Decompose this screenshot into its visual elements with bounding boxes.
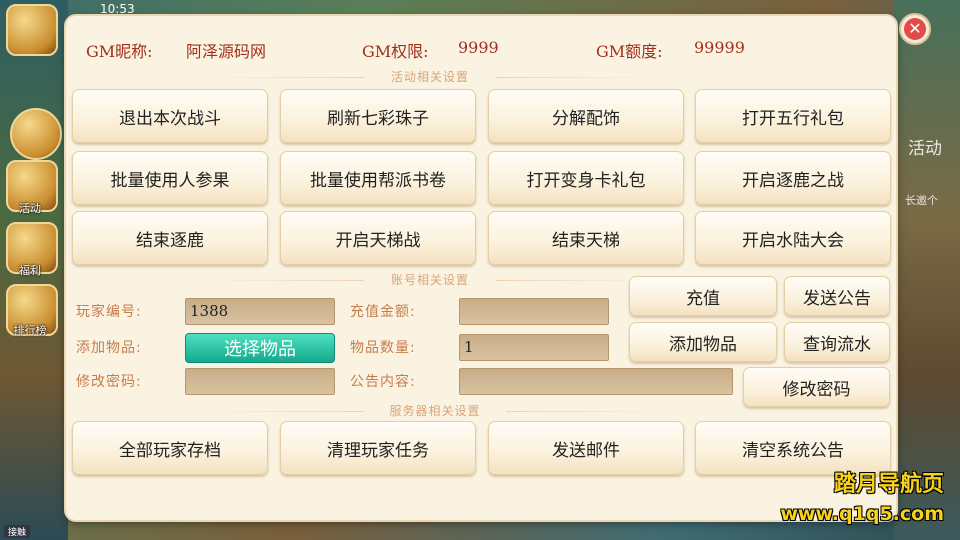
send-mail-button[interactable]: 发送邮件 [488, 421, 684, 475]
sidebar-item-label: 排行榜 [13, 324, 47, 337]
send-notice-button[interactable]: 发送公告 [784, 276, 890, 316]
player-id-label: 玩家编号: [76, 304, 142, 320]
status-time: 10:53 [100, 2, 135, 16]
item-count-field[interactable]: 1 [459, 334, 609, 361]
item-count-label: 物品数量: [350, 340, 416, 356]
end-zhulu-button[interactable]: 结束逐鹿 [72, 211, 268, 265]
recharge-amount-field[interactable] [459, 298, 609, 325]
gm-permission-label: GM权限: [362, 42, 429, 61]
bottom-tag: 接触 [4, 525, 31, 538]
start-shuilu-assembly-button[interactable]: 开启水陆大会 [695, 211, 891, 265]
refresh-pearls-button[interactable]: 刷新七彩珠子 [280, 89, 476, 143]
start-zhulu-battle-button[interactable]: 开启逐鹿之战 [695, 151, 891, 205]
player-id-field[interactable]: 1388 [185, 298, 335, 325]
clear-player-tasks-button[interactable]: 清理玩家任务 [280, 421, 476, 475]
open-five-elements-pack-button[interactable]: 打开五行礼包 [695, 89, 891, 143]
section-title-activity: 活动相关设置 [204, 69, 656, 85]
change-password-field[interactable] [185, 368, 335, 395]
end-ladder-button[interactable]: 结束天梯 [488, 211, 684, 265]
sidebar-item-label: 活动 [19, 202, 41, 215]
map-icon[interactable] [6, 4, 58, 56]
save-all-players-button[interactable]: 全部玩家存档 [72, 421, 268, 475]
batch-use-guild-scroll-button[interactable]: 批量使用帮派书卷 [280, 151, 476, 205]
game-background-right [894, 0, 960, 540]
query-flow-button[interactable]: 查询流水 [784, 322, 890, 362]
notice-content-field[interactable] [459, 368, 733, 395]
sidebar-item-label: 福利 [19, 264, 41, 277]
gm-quota-label: GM额度: [596, 42, 663, 61]
select-item-button[interactable]: 选择物品 [185, 333, 335, 363]
watermark-url: www.q1q5.com [780, 503, 944, 525]
gm-quota-value: 99999 [694, 38, 745, 57]
recharge-amount-label: 充值金额: [350, 304, 416, 320]
check-icon[interactable] [10, 108, 62, 160]
recharge-button[interactable]: 充值 [629, 276, 777, 316]
gm-permission-value: 9999 [458, 38, 499, 57]
change-password-label: 修改密码: [76, 374, 142, 390]
change-password-button[interactable]: 修改密码 [743, 367, 890, 407]
right-invite-text: 长邀个 [905, 194, 938, 207]
open-transform-card-pack-button[interactable]: 打开变身卡礼包 [488, 151, 684, 205]
add-item-button[interactable]: 添加物品 [629, 322, 777, 362]
notice-content-label: 公告内容: [350, 374, 416, 390]
close-button[interactable]: ✕ [899, 13, 931, 45]
gm-nickname-label: GM昵称: [86, 42, 153, 61]
decompose-accessory-button[interactable]: 分解配饰 [488, 89, 684, 143]
section-title-server: 服务器相关设置 [204, 403, 666, 419]
add-item-label: 添加物品: [76, 340, 142, 356]
section-title-account: 账号相关设置 [204, 272, 656, 288]
watermark-title: 踏月导航页 [833, 472, 944, 497]
right-activity-text[interactable]: 活动 [908, 134, 942, 159]
batch-use-ginseng-button[interactable]: 批量使用人参果 [72, 151, 268, 205]
close-icon: ✕ [904, 18, 926, 40]
gm-nickname-value: 阿泽源码网 [186, 42, 267, 61]
exit-battle-button[interactable]: 退出本次战斗 [72, 89, 268, 143]
start-ladder-battle-button[interactable]: 开启天梯战 [280, 211, 476, 265]
